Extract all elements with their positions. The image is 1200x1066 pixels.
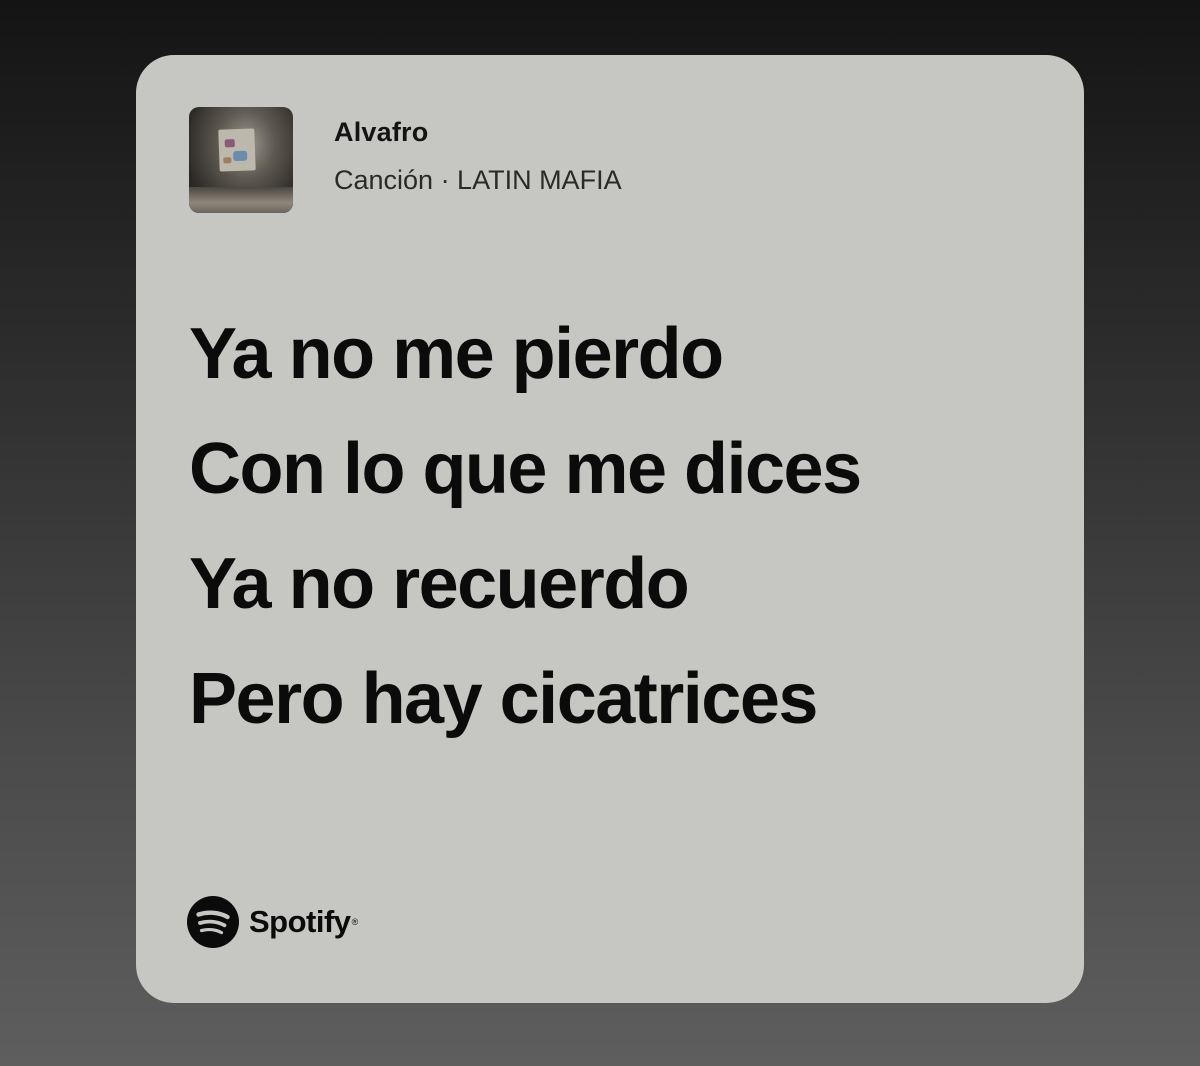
lyric-line: Con lo que me dices — [189, 429, 862, 509]
album-cover-image — [189, 107, 293, 213]
spotify-brand: Spotify ® — [187, 895, 358, 949]
spotify-wordmark: Spotify — [249, 904, 351, 939]
lyric-line: Ya no me pierdo — [189, 314, 724, 394]
lyrics-block: Ya no me pierdo Con lo que me dices Ya n… — [189, 297, 1069, 757]
lyrics-share-card: Alvafro Canción · LATIN MAFIA Ya no me p… — [136, 55, 1084, 1003]
lyric-line: Ya no recuerdo — [189, 544, 690, 624]
track-subtitle: Canción · LATIN MAFIA — [334, 165, 622, 195]
spotify-logo-icon — [187, 896, 239, 948]
album-art-panel — [218, 128, 256, 172]
trademark-symbol: ® — [351, 917, 359, 927]
track-title: Alvafro — [334, 117, 429, 147]
lyric-line: Pero hay cicatrices — [189, 659, 818, 739]
